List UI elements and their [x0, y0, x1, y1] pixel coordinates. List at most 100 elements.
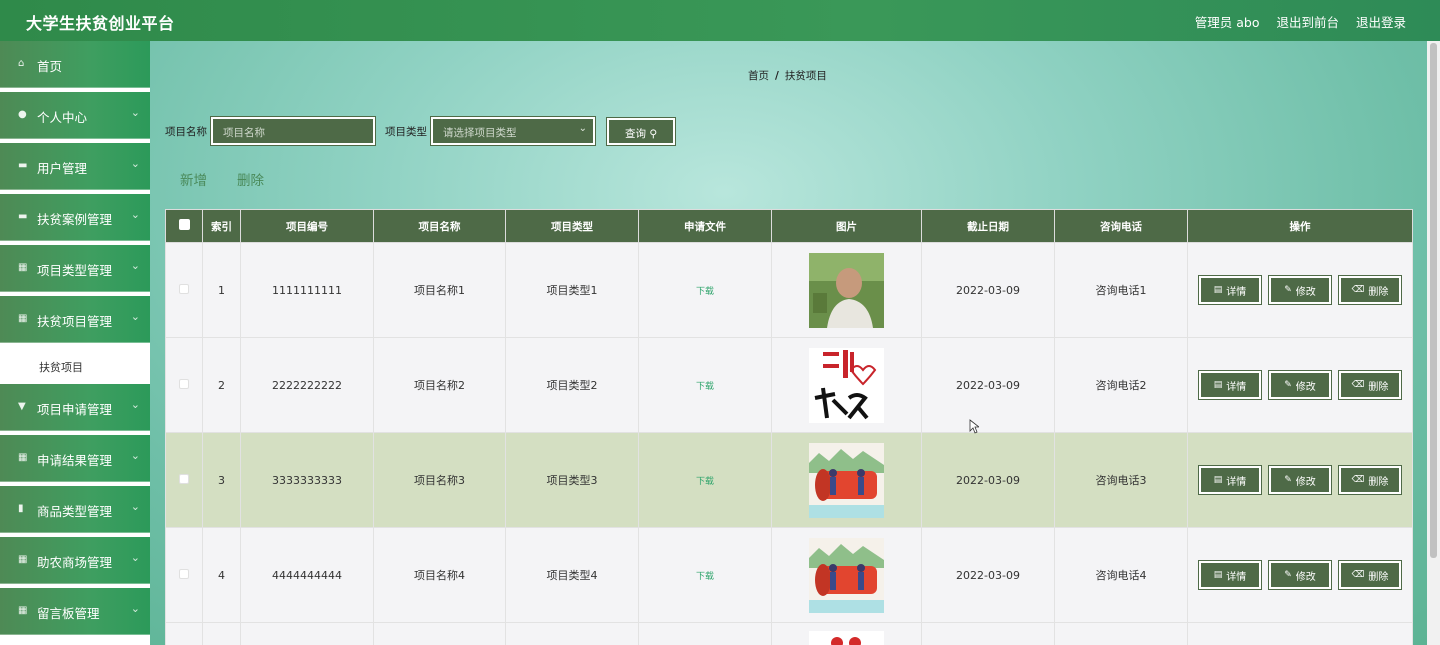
- breadcrumb-current: 扶贫项目: [784, 70, 827, 82]
- breadcrumb-home[interactable]: 首页: [748, 70, 769, 82]
- sidebar-item-users[interactable]: ▬ 用户管理 ⌄: [0, 143, 150, 190]
- project-type-select[interactable]: 请选择项目类型 ⌄: [430, 116, 596, 146]
- logout-link[interactable]: 退出登录: [1356, 12, 1406, 31]
- grid-icon: ▦: [18, 262, 28, 273]
- download-link[interactable]: 下载: [696, 477, 714, 487]
- download-link[interactable]: 下载: [696, 572, 714, 582]
- row-checkbox[interactable]: [179, 283, 189, 294]
- date-cell: 2022-03-09: [921, 337, 1055, 433]
- sidebar-item-applications[interactable]: ▼ 项目申请管理 ⌄: [0, 384, 150, 431]
- code-cell: 1111111111: [240, 242, 374, 338]
- grid-icon: ▦: [18, 452, 28, 463]
- scrollbar[interactable]: [1427, 41, 1440, 645]
- edit-button[interactable]: ✎ 修改: [1268, 275, 1332, 305]
- delete-row-button[interactable]: ⌫ 删除: [1338, 370, 1402, 400]
- project-image-partial[interactable]: [809, 631, 884, 645]
- project-name-input[interactable]: 项目名称: [210, 116, 376, 146]
- download-link[interactable]: 下载: [696, 382, 714, 392]
- row-checkbox[interactable]: [179, 378, 189, 389]
- delete-row-button[interactable]: ⌫ 删除: [1338, 560, 1402, 590]
- image-cell: [771, 242, 922, 338]
- column-header: 项目类型: [505, 209, 639, 243]
- index-cell: 3: [202, 432, 241, 528]
- row-checkbox[interactable]: [179, 473, 189, 484]
- row-cell: [240, 622, 374, 645]
- column-header: 项目名称: [373, 209, 506, 243]
- sidebar-item-label: 助农商场管理: [37, 555, 113, 570]
- poverty-alleviation-calligraphy[interactable]: [809, 347, 884, 423]
- table-row[interactable]: 4 4444444444 项目名称4 项目类型4 下载 2022-03-09 咨…: [165, 527, 1413, 623]
- row-checkbox-cell: [165, 337, 203, 433]
- chevron-down-icon: ⌄: [130, 106, 140, 119]
- date-cell: 2022-03-09: [921, 432, 1055, 528]
- chevron-down-icon: ⌄: [578, 123, 587, 134]
- sidebar-item-home[interactable]: ⌂ 首页: [0, 41, 150, 88]
- edit-label: 修改: [1295, 476, 1316, 488]
- detail-label: 详情: [1226, 571, 1247, 583]
- edit-button[interactable]: ✎ 修改: [1268, 370, 1332, 400]
- grid-icon: ▦: [18, 313, 28, 324]
- xiaokang-illustration[interactable]: [809, 537, 884, 613]
- detail-button[interactable]: ▤ 详情: [1198, 275, 1262, 305]
- delete-row-button[interactable]: ⌫ 删除: [1338, 465, 1402, 495]
- delete-button[interactable]: 删除: [237, 169, 264, 189]
- sidebar-item-messages[interactable]: ▦ 留言板管理 ⌄: [0, 588, 150, 635]
- download-link[interactable]: 下载: [696, 287, 714, 297]
- sidebar-item-mall[interactable]: ▦ 助农商场管理 ⌄: [0, 537, 150, 584]
- table-row[interactable]: 3 3333333333 项目名称3 项目类型3 下载 2022-03-09 咨…: [165, 432, 1413, 528]
- trash-icon: ⌫: [1351, 570, 1365, 580]
- row-cell: [1054, 622, 1188, 645]
- sidebar-item-goods-types[interactable]: ▮ 商品类型管理 ⌄: [0, 486, 150, 533]
- row-checkbox[interactable]: [179, 568, 189, 579]
- sidebar-item-results[interactable]: ▦ 申请结果管理 ⌄: [0, 435, 150, 482]
- chevron-down-icon: ⌄: [130, 310, 140, 323]
- chevron-down-icon: ⌄: [130, 157, 140, 170]
- sidebar-item-project-types[interactable]: ▦ 项目类型管理 ⌄: [0, 245, 150, 292]
- sidebar-item-projects[interactable]: ▦ 扶贫项目管理 ⌄: [0, 296, 150, 343]
- table-row[interactable]: [165, 622, 1413, 645]
- sidebar-item-label: 留言板管理: [37, 606, 100, 621]
- row-checkbox-cell: [165, 432, 203, 528]
- sidebar-subitem-projects[interactable]: 扶贫项目: [0, 347, 150, 384]
- row-cell: [921, 622, 1055, 645]
- date-cell: 2022-03-09: [921, 242, 1055, 338]
- edit-button[interactable]: ✎ 修改: [1268, 560, 1332, 590]
- table-row[interactable]: 2 2222222222 项目名称2 项目类型2 下载 2022-03-09 咨…: [165, 337, 1413, 433]
- select-all-checkbox[interactable]: [178, 219, 190, 230]
- breadcrumb-separator: /: [775, 70, 779, 82]
- ops-cell: ▤ 详情 ✎ 修改 ⌫ 删除: [1187, 527, 1413, 623]
- row-cell: [373, 622, 506, 645]
- bag-icon: ▮: [18, 503, 24, 514]
- select-all-header: [165, 209, 203, 243]
- back-to-front-link[interactable]: 退出到前台: [1276, 12, 1339, 31]
- detail-button[interactable]: ▤ 详情: [1198, 465, 1262, 495]
- query-button[interactable]: 查询 ⚲: [606, 116, 676, 146]
- mouse-cursor-icon: [969, 419, 979, 434]
- chevron-down-icon: ⌄: [130, 602, 140, 615]
- document-icon: ▤: [1213, 475, 1223, 485]
- sidebar-item-cases[interactable]: ▬ 扶贫案例管理 ⌄: [0, 194, 150, 241]
- image-cell: [771, 337, 922, 433]
- delete-row-button[interactable]: ⌫ 删除: [1338, 275, 1402, 305]
- edit-button[interactable]: ✎ 修改: [1268, 465, 1332, 495]
- breadcrumb: 首页 / 扶贫项目: [748, 68, 827, 83]
- add-button[interactable]: 新增: [180, 169, 207, 189]
- xiaokang-illustration[interactable]: [809, 442, 884, 518]
- sidebar-item-label: 用户管理: [37, 161, 88, 176]
- top-bar-actions: 管理员 abo 退出到前台 退出登录: [1195, 12, 1406, 31]
- index-cell: 1: [202, 242, 241, 338]
- ops-cell: ▤ 详情 ✎ 修改 ⌫ 删除: [1187, 242, 1413, 338]
- scrollbar-thumb[interactable]: [1430, 43, 1437, 558]
- sidebar: ⌂ 首页 ● 个人中心 ⌄ ▬ 用户管理 ⌄ ▬ 扶贫案例管理 ⌄ ▦ 项目类型…: [0, 41, 150, 645]
- detail-button[interactable]: ▤ 详情: [1198, 370, 1262, 400]
- search-icon: ⚲: [649, 127, 658, 140]
- trash-icon: ⌫: [1351, 475, 1365, 485]
- elderly-man-photo[interactable]: [809, 252, 884, 328]
- image-cell: [771, 527, 922, 623]
- sidebar-item-label: 商品类型管理: [37, 504, 113, 519]
- detail-button[interactable]: ▤ 详情: [1198, 560, 1262, 590]
- sidebar-item-personal-center[interactable]: ● 个人中心 ⌄: [0, 92, 150, 139]
- sidebar-item-label: 项目类型管理: [37, 263, 113, 278]
- table-row[interactable]: 1 1111111111 项目名称1 项目类型1 下载 2022-03-09 咨…: [165, 242, 1413, 338]
- user-icon: ●: [18, 109, 27, 120]
